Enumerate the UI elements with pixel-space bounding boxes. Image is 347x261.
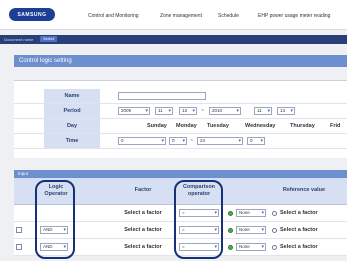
sub-bar: Document name Select bbox=[0, 35, 347, 44]
factor-select-link[interactable]: Select a factor bbox=[112, 239, 174, 256]
logic-operator-header: Logic Operator bbox=[40, 184, 72, 198]
ref-none-select[interactable]: None bbox=[236, 209, 266, 217]
ref-none-select[interactable]: None bbox=[236, 243, 266, 251]
input-section-bar: Input bbox=[14, 170, 347, 178]
day-row: Day Sunday Monday Tuesday Wednesday Thur… bbox=[14, 119, 347, 134]
day-thursday[interactable]: Thursday bbox=[290, 119, 315, 133]
period-row: Period 2009 11 13 ~ 2010 11 13 bbox=[14, 104, 347, 119]
nav-schedule[interactable]: Schedule bbox=[218, 13, 239, 19]
ref-radio-factor[interactable] bbox=[272, 245, 277, 250]
ref-radio-none[interactable] bbox=[228, 211, 233, 216]
period-to-day-select[interactable]: 13 bbox=[277, 107, 295, 115]
period-from-day-select[interactable]: 13 bbox=[179, 107, 197, 115]
reference-value-header: Reference value bbox=[282, 187, 326, 193]
day-wednesday[interactable]: Wednesday bbox=[245, 119, 275, 133]
control-logic-form: Name Period 2009 11 13 ~ 2010 11 13 Day … bbox=[14, 80, 347, 158]
ref-none-select[interactable]: None bbox=[236, 226, 266, 234]
factor-select-link[interactable]: Select a factor bbox=[112, 205, 174, 222]
factor-header: Factor bbox=[134, 187, 152, 193]
comparison-select[interactable]: = bbox=[179, 243, 219, 251]
ref-factor-link[interactable]: Select a factor bbox=[280, 239, 318, 256]
comparison-header-line2: operator bbox=[187, 191, 211, 197]
period-to-year-select[interactable]: 2010 bbox=[209, 107, 241, 115]
name-input[interactable] bbox=[118, 92, 206, 100]
row-checkbox[interactable] bbox=[16, 244, 22, 250]
row-checkbox[interactable] bbox=[16, 227, 22, 233]
time-from-minute-select[interactable]: 0 bbox=[169, 137, 187, 145]
period-tilde: ~ bbox=[201, 108, 204, 114]
logic-header-line1: Logic bbox=[48, 184, 64, 190]
time-label: Time bbox=[44, 134, 100, 148]
comparison-operator-header: Comparison operator bbox=[174, 184, 224, 198]
input-table-header: Logic Operator Factor Comparison operato… bbox=[14, 178, 347, 205]
comparison-header-line1: Comparison bbox=[182, 184, 216, 190]
day-monday[interactable]: Monday bbox=[176, 119, 197, 133]
time-from-hour-select[interactable]: 0 bbox=[118, 137, 166, 145]
input-row: AND Select a factor = None Select a fact… bbox=[14, 239, 347, 256]
period-from-year-select[interactable]: 2009 bbox=[118, 107, 150, 115]
nav-zone-management[interactable]: Zone management bbox=[160, 13, 202, 19]
logic-operator-select[interactable]: AND bbox=[40, 243, 68, 251]
period-from-month-select[interactable]: 11 bbox=[155, 107, 173, 115]
ref-factor-link[interactable]: Select a factor bbox=[280, 205, 318, 222]
document-name-label: Document name bbox=[4, 37, 34, 42]
ref-radio-factor[interactable] bbox=[272, 228, 277, 233]
name-row: Name bbox=[14, 89, 347, 104]
name-label: Name bbox=[44, 89, 100, 103]
time-tilde: ~ bbox=[190, 138, 193, 144]
logic-operator-select[interactable]: AND bbox=[40, 226, 68, 234]
day-sunday[interactable]: Sunday bbox=[147, 119, 167, 133]
day-label: Day bbox=[44, 119, 100, 133]
input-row: Select a factor = None Select a factor bbox=[14, 205, 347, 222]
comparison-select[interactable]: = bbox=[179, 226, 219, 234]
ref-factor-link[interactable]: Select a factor bbox=[280, 222, 318, 239]
panel-title: Control logic setting bbox=[14, 55, 347, 67]
factor-select-link[interactable]: Select a factor bbox=[112, 222, 174, 239]
ref-radio-factor[interactable] bbox=[272, 211, 277, 216]
time-to-hour-select[interactable]: 24 bbox=[197, 137, 243, 145]
period-label: Period bbox=[44, 104, 100, 118]
top-navigation: Control and Monitoring Zone management S… bbox=[0, 13, 347, 21]
ref-radio-none[interactable] bbox=[228, 245, 233, 250]
nav-power-meter[interactable]: EHP power usage meter reading bbox=[258, 13, 330, 19]
select-tag-button[interactable]: Select bbox=[40, 36, 58, 42]
top-header: SAMSUNG Control and Monitoring Zone mana… bbox=[0, 0, 347, 30]
day-friday[interactable]: Frid bbox=[330, 119, 340, 133]
ref-radio-none[interactable] bbox=[228, 228, 233, 233]
nav-control-monitoring[interactable]: Control and Monitoring bbox=[88, 13, 139, 19]
time-row: Time 0 0 ~ 24 0 bbox=[14, 134, 347, 149]
logic-header-line2: Operator bbox=[44, 191, 68, 197]
day-tuesday[interactable]: Tuesday bbox=[207, 119, 229, 133]
period-to-month-select[interactable]: 11 bbox=[254, 107, 272, 115]
time-to-minute-select[interactable]: 0 bbox=[247, 137, 265, 145]
input-row: AND Select a factor = None Select a fact… bbox=[14, 222, 347, 239]
comparison-select[interactable]: = bbox=[179, 209, 219, 217]
